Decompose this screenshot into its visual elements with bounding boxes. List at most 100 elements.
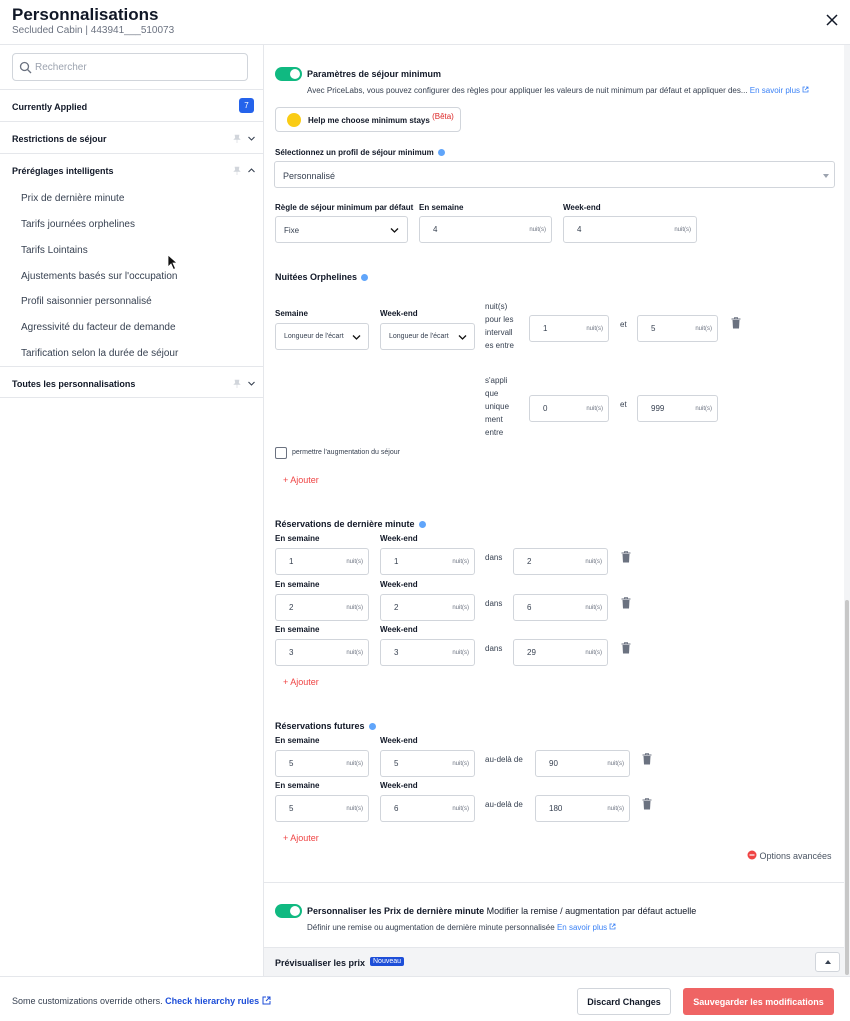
sidebar-item-demand-factor[interactable]: Agressivité du facteur de demande	[21, 322, 176, 333]
last-minute-within-input[interactable]: 29 nuit(s)	[513, 639, 608, 666]
help-choose-min-stays-button[interactable]: Help me choose minimum stays (Bêta)	[275, 107, 461, 132]
allow-increase-checkbox[interactable]	[275, 447, 287, 459]
default-rule-select[interactable]: Fixe	[275, 216, 408, 243]
trash-icon[interactable]	[642, 798, 652, 810]
external-link-icon	[262, 996, 271, 1005]
weekday-label: En semaine	[419, 203, 464, 212]
future-beyond-input[interactable]: 180 nuit(s)	[535, 795, 630, 822]
sidebar-item-orphan-day-prices[interactable]: Tarifs journées orphelines	[21, 219, 135, 230]
chevron-down-icon	[458, 335, 467, 340]
orphan-add-button[interactable]: + Ajouter	[283, 475, 319, 485]
save-changes-button[interactable]: Sauvegarder les modifications	[683, 988, 834, 1015]
search-box[interactable]	[12, 53, 248, 81]
chevron-down-icon	[390, 228, 399, 233]
last-minute-weekday-input[interactable]: 2 nuit(s)	[275, 594, 369, 621]
trash-icon[interactable]	[642, 753, 652, 765]
future-weekday-input[interactable]: 5 nuit(s)	[275, 795, 369, 822]
pin-icon[interactable]	[233, 166, 241, 175]
sidebar-section-all-customizations[interactable]: Toutes les personnalisations	[0, 366, 263, 398]
applied-count-badge: 7	[239, 98, 254, 113]
weekend-label: Week-end	[563, 203, 601, 212]
trash-icon[interactable]	[621, 551, 631, 563]
last-minute-add-button[interactable]: + Ajouter	[283, 677, 319, 687]
min-stay-description: Avec PriceLabs, vous pouvez configurer d…	[307, 86, 809, 95]
new-badge: Nouveau	[370, 957, 405, 966]
chevron-up-icon[interactable]	[247, 166, 256, 175]
orphan-range-from-input[interactable]: 1 nuit(s)	[529, 315, 609, 342]
last-minute-within-input[interactable]: 2 nuit(s)	[513, 548, 608, 575]
mouse-cursor-icon	[167, 254, 178, 271]
orphan-apply-text: s'appli que unique ment entre	[485, 376, 510, 437]
min-stay-toggle[interactable]	[275, 67, 302, 81]
future-weekend-input[interactable]: 6 nuit(s)	[380, 795, 475, 822]
chevron-down-icon[interactable]	[247, 134, 256, 143]
orphan-apply-to-input[interactable]: 999 nuit(s)	[637, 395, 718, 422]
caret-down-icon	[823, 174, 829, 178]
future-add-button[interactable]: + Ajouter	[283, 833, 319, 843]
lightbulb-icon	[287, 113, 301, 127]
chevron-down-icon[interactable]	[247, 379, 256, 388]
sidebar-section-restrictions[interactable]: Restrictions de séjour	[0, 121, 263, 153]
advanced-options-link[interactable]: Options avancées	[747, 850, 832, 861]
trash-icon[interactable]	[731, 317, 741, 329]
chevron-down-icon	[352, 335, 361, 340]
future-weekend-input[interactable]: 5 nuit(s)	[380, 750, 475, 777]
last-minute-weekend-input[interactable]: 1 nuit(s)	[380, 548, 475, 575]
last-minute-prices-description: Définir une remise ou augmentation de de…	[307, 923, 616, 932]
search-icon	[19, 61, 32, 74]
check-hierarchy-link[interactable]: Check hierarchy rules	[165, 996, 259, 1006]
future-beyond-input[interactable]: 90 nuit(s)	[535, 750, 630, 777]
orphan-apply-from-input[interactable]: 0 nuit(s)	[529, 395, 609, 422]
last-minute-prices-toggle[interactable]	[275, 904, 302, 918]
beta-badge: (Bêta)	[432, 112, 454, 121]
discard-changes-button[interactable]: Discard Changes	[577, 988, 671, 1015]
last-minute-within-input[interactable]: 6 nuit(s)	[513, 594, 608, 621]
learn-more-link[interactable]: En savoir plus	[557, 923, 607, 932]
profile-select[interactable]: Personnalisé	[274, 161, 835, 188]
sidebar-section-smart-presets[interactable]: Préréglages intelligents	[0, 153, 263, 185]
external-link-icon	[610, 923, 616, 930]
sidebar-item-far-out-prices[interactable]: Tarifs Lointains	[21, 245, 88, 256]
sidebar-item-seasonal-profile[interactable]: Profil saisonnier personnalisé	[21, 296, 152, 307]
scrollbar[interactable]	[844, 45, 850, 976]
hierarchy-note: Some customizations override others. Che…	[12, 996, 271, 1006]
main-panel: Paramètres de séjour minimum Avec PriceL…	[264, 45, 844, 976]
close-icon[interactable]	[824, 12, 840, 28]
search-input[interactable]	[35, 58, 240, 76]
profile-label: Sélectionnez un profil de séjour minimum	[275, 148, 445, 157]
learn-more-link[interactable]: En savoir plus	[750, 86, 800, 95]
future-weekday-input[interactable]: 5 nuit(s)	[275, 750, 369, 777]
trash-icon[interactable]	[621, 642, 631, 654]
last-minute-weekday-input[interactable]: 3 nuit(s)	[275, 639, 369, 666]
scrollbar-thumb[interactable]	[845, 600, 849, 975]
default-weekday-input[interactable]: 4 nuit(s)	[419, 216, 552, 243]
pin-icon[interactable]	[233, 134, 241, 143]
last-minute-title: Réservations de dernière minute	[275, 519, 426, 529]
expand-preview-button[interactable]	[815, 952, 840, 972]
allow-increase-label: permettre l'augmentation du séjour	[292, 449, 400, 456]
last-minute-weekday-input[interactable]: 1 nuit(s)	[275, 548, 369, 575]
preview-prices-bar[interactable]: Prévisualiser les prix Nouveau	[264, 947, 844, 976]
sidebar-item-length-of-stay[interactable]: Tarification selon la durée de séjour	[21, 348, 178, 359]
trash-icon[interactable]	[621, 597, 631, 609]
info-icon	[437, 149, 445, 157]
default-weekend-input[interactable]: 4 nuit(s)	[563, 216, 697, 243]
last-minute-weekend-input[interactable]: 3 nuit(s)	[380, 639, 475, 666]
last-minute-prices-title: Personnaliser les Prix de dernière minut…	[307, 906, 697, 916]
orphan-range-text: nuit(s) pour les intervall es entre	[485, 302, 514, 350]
orphan-range-to-input[interactable]: 5 nuit(s)	[637, 315, 718, 342]
page-title: Personnalisations	[12, 5, 159, 24]
orphan-weekend-select[interactable]: Longueur de l'écart	[380, 323, 475, 350]
sidebar-item-last-minute-prices[interactable]: Prix de dernière minute	[21, 193, 124, 204]
modal-footer: Some customizations override others. Che…	[0, 976, 850, 1021]
pin-icon[interactable]	[233, 379, 241, 388]
orphan-week-select[interactable]: Longueur de l'écart	[275, 323, 369, 350]
sidebar-item-currently-applied[interactable]: Currently Applied 7	[0, 89, 263, 121]
last-minute-weekend-input[interactable]: 2 nuit(s)	[380, 594, 475, 621]
page-subtitle: Secluded Cabin | 443941___510073	[12, 25, 175, 36]
info-icon	[368, 723, 376, 731]
info-icon	[418, 521, 426, 529]
minus-circle-icon	[747, 850, 757, 860]
sidebar-item-occupancy-adjustments[interactable]: Ajustements basés sur l'occupation	[21, 271, 177, 282]
future-bookings-title: Réservations futures	[275, 721, 376, 731]
